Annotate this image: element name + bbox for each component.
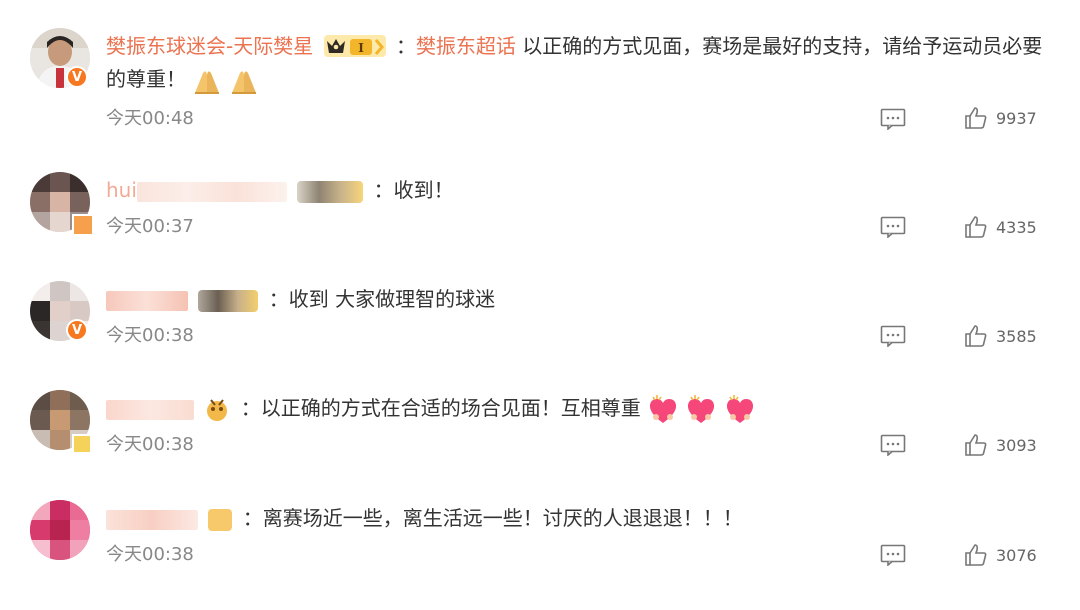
like-thumb-icon[interactable] [964, 215, 988, 239]
reply-icon[interactable] [880, 325, 906, 347]
like-count: 3585 [996, 327, 1037, 346]
comment-text: 收到 大家做理智的球迷 [288, 287, 496, 311]
praying-hands-icon [195, 70, 220, 94]
topic-link[interactable]: 樊振东超话 [416, 34, 516, 58]
fan-level-badge-icon[interactable] [297, 180, 364, 203]
member-badge-icon [72, 434, 92, 454]
comment-item: ：离赛场近一些，离生活远一些！讨厌的人退退退！！！ 今天00:38 3076 [0, 500, 1080, 610]
comment-time: 今天00:38 [106, 325, 194, 346]
comment-content: hui ：收到！ [106, 174, 1056, 207]
comment-content: ：离赛场近一些，离生活远一些！讨厌的人退退退！！！ [106, 502, 1056, 535]
verified-badge-icon: V [66, 319, 88, 341]
like-thumb-icon[interactable] [964, 433, 988, 457]
heart-face-icon [650, 394, 677, 423]
comment-colon: ： [395, 34, 416, 58]
username-link[interactable] [106, 287, 188, 311]
fan-level-badge-icon[interactable] [208, 508, 233, 531]
username-link[interactable] [106, 396, 194, 420]
like-thumb-icon[interactable] [964, 543, 988, 567]
svg-text:I: I [358, 41, 364, 55]
comment-item: hui ：收到！ 今天00:37 4335 [0, 172, 1080, 282]
like-count: 3076 [996, 546, 1037, 565]
username-link[interactable] [106, 506, 198, 530]
verified-badge-icon: V [66, 66, 88, 88]
comment-item: ：以正确的方式在合适的场合见面！互相尊重 今天00:38 3093 [0, 390, 1080, 500]
username-link[interactable]: 樊振东球迷会-天际樊星 [106, 34, 313, 58]
comment-content: ：收到 大家做理智的球迷 [106, 283, 1056, 316]
heart-face-icon [726, 394, 753, 423]
like-count: 4335 [996, 218, 1037, 237]
comment-colon: ： [240, 396, 261, 420]
like-thumb-icon[interactable] [964, 106, 988, 130]
comment-colon: ： [242, 506, 263, 530]
praying-hands-icon [231, 70, 256, 94]
reply-icon[interactable] [880, 216, 906, 238]
reply-icon[interactable] [880, 434, 906, 456]
avatar[interactable] [30, 500, 90, 560]
comment-colon: ： [373, 178, 394, 202]
comment-time: 今天00:38 [106, 544, 194, 565]
like-count: 9937 [996, 109, 1037, 128]
fan-badge-icon[interactable] [202, 397, 232, 423]
comment-time: 今天00:38 [106, 434, 194, 455]
comment-item: V ：收到 大家做理智的球迷 今天00:38 3585 [0, 281, 1080, 391]
username-link[interactable]: hui [106, 178, 287, 202]
comment-content: ：以正确的方式在合适的场合见面！互相尊重 [106, 392, 1056, 425]
comment-colon: ： [268, 287, 289, 311]
reply-icon[interactable] [880, 544, 906, 566]
comment-content: 樊振东球迷会-天际樊星 I ：樊振东超话 以正确的方式见面，赛场是最好的支持，请… [106, 30, 1056, 96]
comment-time: 今天00:37 [106, 216, 194, 237]
heart-face-icon [688, 394, 715, 423]
like-thumb-icon[interactable] [964, 324, 988, 348]
member-badge-icon [72, 214, 94, 236]
reply-icon[interactable] [880, 108, 906, 130]
like-count: 3093 [996, 436, 1037, 455]
comment-time: 今天00:48 [106, 108, 194, 129]
comment-text: 离赛场近一些，离生活远一些！讨厌的人退退退！！！ [262, 506, 743, 530]
comment-item: V 樊振东球迷会-天际樊星 I ：樊振东超话 以正确的方式见面，赛场是最好的支持… [0, 28, 1080, 138]
comment-text: 收到！ [393, 178, 454, 202]
fan-level-badge-icon[interactable] [198, 289, 259, 312]
comment-text: 以正确的方式在合适的场合见面！互相尊重 [260, 396, 641, 420]
fan-level-badge-icon[interactable]: I [323, 34, 386, 57]
avatar-image [30, 500, 90, 560]
